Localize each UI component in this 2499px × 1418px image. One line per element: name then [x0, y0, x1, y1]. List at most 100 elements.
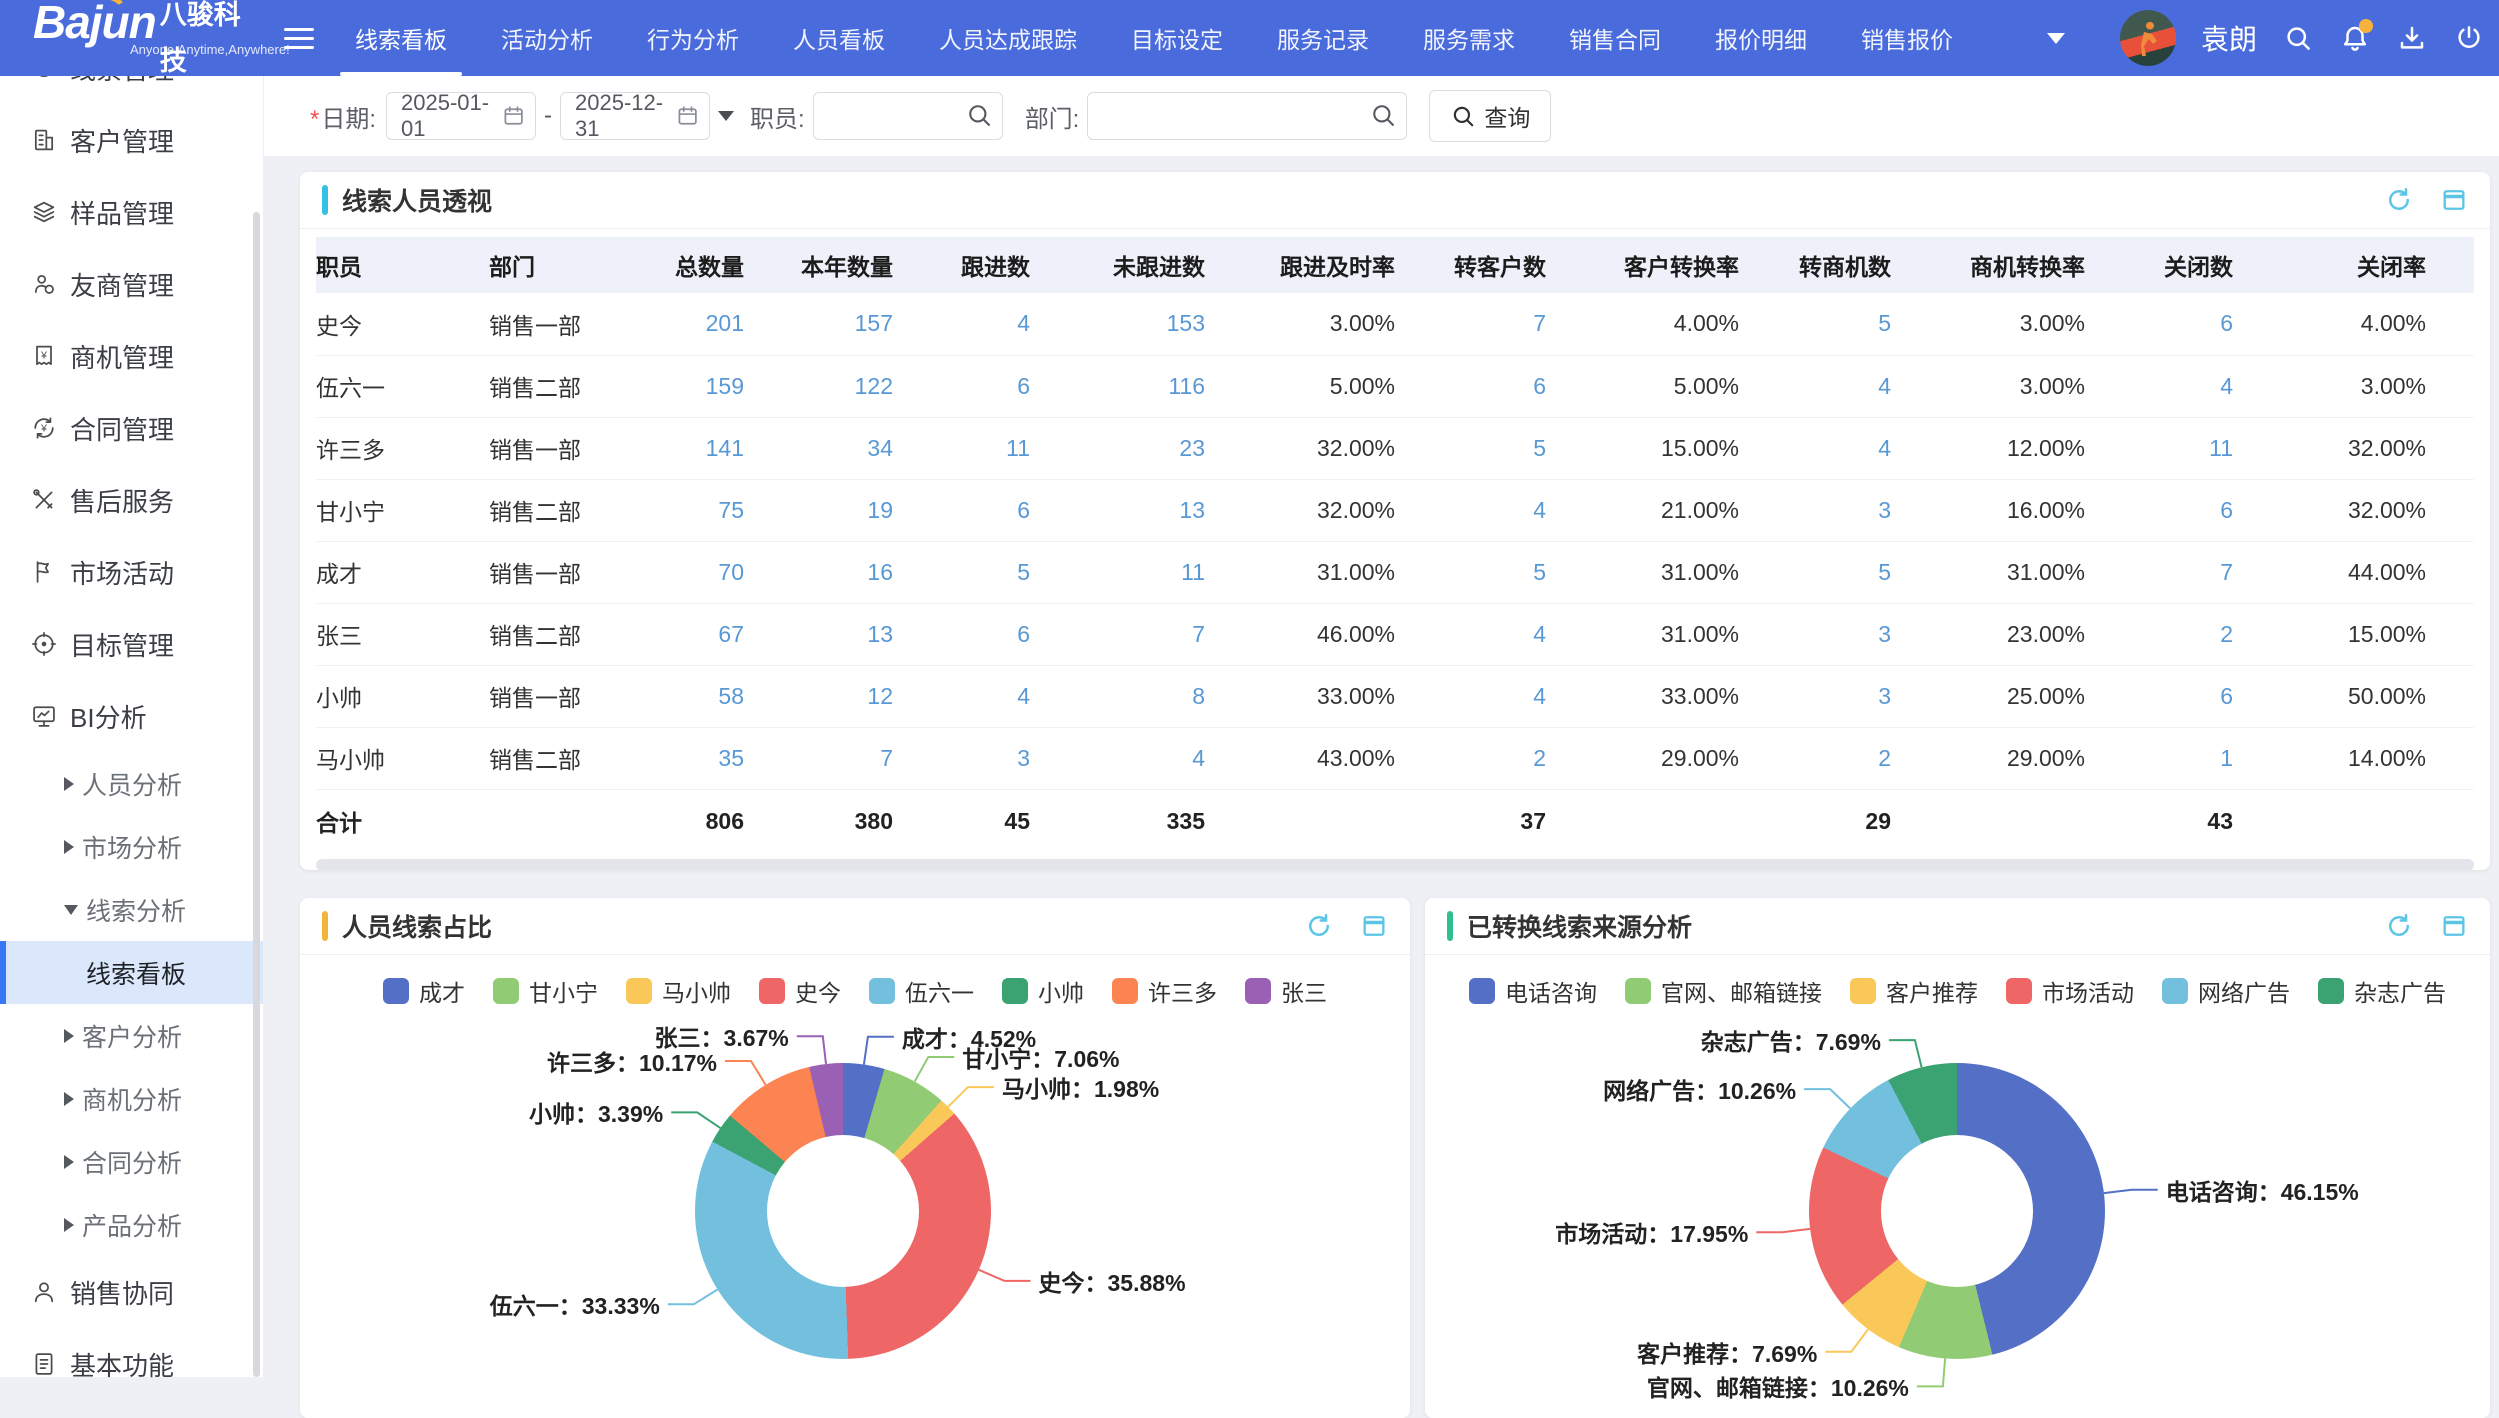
date-shortcut-caret-icon[interactable]	[718, 111, 734, 121]
legend-item[interactable]: 成才	[383, 974, 465, 1008]
count-link[interactable]: 6	[1533, 373, 1546, 399]
table-cell[interactable]: 4	[1739, 417, 1891, 479]
count-link[interactable]: 4	[1017, 683, 1030, 709]
sidebar-item-14[interactable]: 线索看板	[0, 941, 263, 1004]
nav-item-8[interactable]: 服务需求	[1396, 0, 1542, 76]
count-link[interactable]: 6	[1017, 373, 1030, 399]
sidebar-item-11[interactable]: 人员分析	[0, 752, 263, 815]
date-from-picker[interactable]: 2025-01-01	[386, 92, 536, 140]
sidebar-item-13[interactable]: 线索分析	[0, 878, 263, 941]
nav-item-7[interactable]: 服务记录	[1250, 0, 1396, 76]
table-cell[interactable]: 7	[1395, 293, 1546, 355]
legend-item[interactable]: 官网、邮箱链接	[1625, 974, 1822, 1008]
sidebar-item-3[interactable]: 样品管理	[0, 176, 263, 248]
search-icon[interactable]	[2282, 22, 2314, 54]
nav-item-6[interactable]: 目标设定	[1104, 0, 1250, 76]
table-cell[interactable]: 5	[893, 541, 1030, 603]
search-icon[interactable]	[965, 101, 993, 136]
count-link[interactable]: 5	[1878, 559, 1891, 585]
count-link[interactable]: 13	[867, 621, 893, 647]
table-cell[interactable]: 122	[744, 355, 893, 417]
table-cell[interactable]: 13	[1030, 479, 1205, 541]
count-link[interactable]: 16	[867, 559, 893, 585]
table-cell[interactable]: 201	[619, 293, 744, 355]
table-cell[interactable]: 4	[1739, 355, 1891, 417]
count-link[interactable]: 4	[1533, 497, 1546, 523]
table-cell[interactable]: 5	[1739, 541, 1891, 603]
app-logo[interactable]: Bajun 八骏科技 Anyone,Anytime,Anywhere!	[0, 0, 264, 84]
column-header[interactable]: 部门	[489, 237, 619, 293]
count-link[interactable]: 75	[718, 497, 744, 523]
count-link[interactable]: 5	[1533, 435, 1546, 461]
legend-item[interactable]: 马小帅	[626, 974, 731, 1008]
refresh-icon[interactable]	[2384, 911, 2414, 941]
nav-item-1[interactable]: 线索看板	[328, 0, 474, 76]
column-header[interactable]: 本年数量	[744, 237, 893, 293]
legend-item[interactable]: 杂志广告	[2318, 974, 2446, 1008]
table-cell[interactable]: 11	[2085, 417, 2233, 479]
table-cell[interactable]: 4	[2085, 355, 2233, 417]
sidebar-item-5[interactable]: ¥商机管理	[0, 320, 263, 392]
table-cell[interactable]: 7	[2085, 541, 2233, 603]
count-link[interactable]: 5	[1017, 559, 1030, 585]
expand-window-icon[interactable]	[1360, 912, 1388, 940]
table-cell[interactable]: 7	[1030, 603, 1205, 665]
table-cell[interactable]: 6	[2085, 479, 2233, 541]
count-link[interactable]: 116	[1168, 373, 1205, 399]
sidebar-item-8[interactable]: 市场活动	[0, 536, 263, 608]
sidebar-item-17[interactable]: 合同分析	[0, 1130, 263, 1193]
count-link[interactable]: 7	[1533, 310, 1546, 336]
count-link[interactable]: 5	[1533, 559, 1546, 585]
table-cell[interactable]: 6	[1395, 355, 1546, 417]
sidebar-item-15[interactable]: 客户分析	[0, 1004, 263, 1067]
count-link[interactable]: 2	[2220, 621, 2233, 647]
legend-item[interactable]: 甘小宁	[493, 974, 598, 1008]
count-link[interactable]: 12	[867, 683, 893, 709]
table-cell[interactable]: 6	[893, 603, 1030, 665]
count-link[interactable]: 8	[1192, 683, 1205, 709]
column-header[interactable]: 关闭率	[2233, 237, 2474, 293]
count-link[interactable]: 11	[1181, 559, 1205, 585]
column-header[interactable]: 跟进数	[893, 237, 1030, 293]
legend-item[interactable]: 许三多	[1112, 974, 1217, 1008]
horizontal-scrollbar[interactable]	[316, 859, 2474, 871]
table-cell[interactable]: 11	[1030, 541, 1205, 603]
count-link[interactable]: 7	[880, 745, 893, 771]
count-link[interactable]: 4	[1878, 435, 1891, 461]
table-cell[interactable]: 75	[619, 479, 744, 541]
table-cell[interactable]: 3	[1739, 479, 1891, 541]
download-icon[interactable]	[2396, 22, 2428, 54]
dept-input[interactable]	[1087, 92, 1407, 140]
legend-item[interactable]: 张三	[1245, 974, 1327, 1008]
column-header[interactable]: 职员	[316, 237, 489, 293]
sidebar-item-19[interactable]: 销售协同	[0, 1256, 263, 1328]
count-link[interactable]: 11	[1006, 435, 1030, 461]
column-header[interactable]: 未跟进数	[1030, 237, 1205, 293]
refresh-icon[interactable]	[2384, 185, 2414, 215]
count-link[interactable]: 34	[867, 435, 893, 461]
table-cell[interactable]: 2	[1739, 727, 1891, 789]
count-link[interactable]: 159	[706, 373, 744, 399]
column-header[interactable]: 关闭数	[2085, 237, 2233, 293]
count-link[interactable]: 7	[2220, 559, 2233, 585]
count-link[interactable]: 4	[1533, 683, 1546, 709]
count-link[interactable]: 3	[1017, 745, 1030, 771]
nav-item-5[interactable]: 人员达成跟踪	[912, 0, 1104, 76]
nav-more-caret-icon[interactable]	[2047, 33, 2065, 44]
table-cell[interactable]: 11	[893, 417, 1030, 479]
nav-item-10[interactable]: 报价明细	[1688, 0, 1834, 76]
column-header[interactable]: 商机转换率	[1891, 237, 2085, 293]
table-cell[interactable]: 116	[1030, 355, 1205, 417]
table-cell[interactable]: 6	[2085, 293, 2233, 355]
count-link[interactable]: 35	[718, 745, 744, 771]
count-link[interactable]: 2	[1533, 745, 1546, 771]
table-cell[interactable]: 58	[619, 665, 744, 727]
sidebar-scrollbar[interactable]	[253, 212, 260, 1377]
date-to-picker[interactable]: 2025-12-31	[560, 92, 710, 140]
count-link[interactable]: 7	[1192, 621, 1205, 647]
count-link[interactable]: 13	[1179, 497, 1205, 523]
sidebar-item-16[interactable]: 商机分析	[0, 1067, 263, 1130]
table-cell[interactable]: 23	[1030, 417, 1205, 479]
count-link[interactable]: 6	[1017, 497, 1030, 523]
table-cell[interactable]: 6	[893, 355, 1030, 417]
